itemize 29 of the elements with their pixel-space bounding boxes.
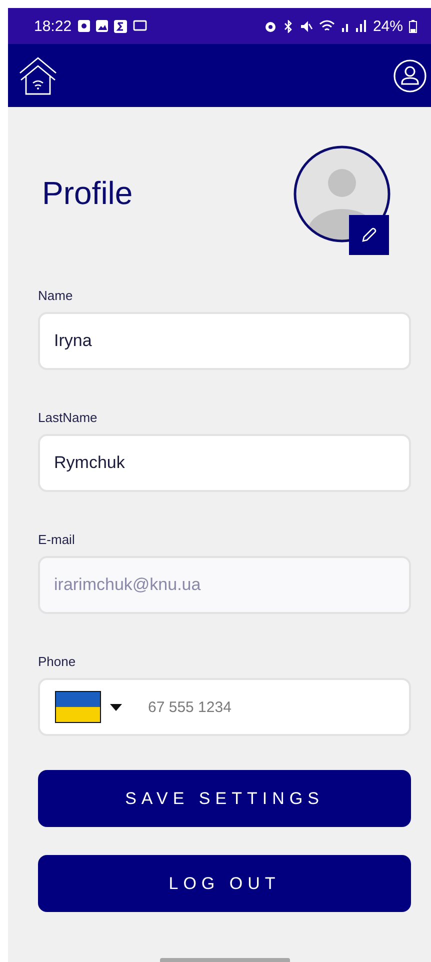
page-title: Profile xyxy=(42,175,133,212)
caret-icon[interactable] xyxy=(110,704,122,710)
field-label: Name xyxy=(38,288,74,303)
phone-number-input[interactable]: 67 555 1234 xyxy=(148,698,348,716)
wifi-icon xyxy=(318,20,335,32)
phone-field[interactable]: 67 555 1234 xyxy=(38,678,411,736)
field-label: E-mail xyxy=(38,532,76,547)
action-button[interactable]: SAVE SETTINGS xyxy=(38,770,411,827)
bluetooth-icon xyxy=(282,20,294,32)
flag-icon xyxy=(54,690,102,724)
image-icon xyxy=(96,20,108,32)
signal-icon xyxy=(340,20,367,32)
notification-icon xyxy=(78,20,90,32)
mute-icon xyxy=(300,20,313,32)
text-field[interactable]: Rymchuk xyxy=(38,434,411,492)
pencil-icon xyxy=(360,226,378,244)
sigma-icon xyxy=(114,20,127,32)
home-wifi-icon[interactable] xyxy=(18,56,58,96)
action-button[interactable]: LOG OUT xyxy=(38,855,411,912)
field-label: LastName xyxy=(38,410,98,425)
clock-time: 18:22 xyxy=(34,18,72,34)
text-field[interactable]: Iryna xyxy=(38,312,411,370)
battery-icon xyxy=(409,20,417,32)
screen-icon xyxy=(132,20,147,32)
field-label: Phone xyxy=(38,654,77,669)
account-icon[interactable] xyxy=(393,58,427,92)
edit-photo-button[interactable] xyxy=(349,214,389,254)
alarm-icon xyxy=(264,20,277,32)
battery-percent: 24% xyxy=(372,18,403,34)
